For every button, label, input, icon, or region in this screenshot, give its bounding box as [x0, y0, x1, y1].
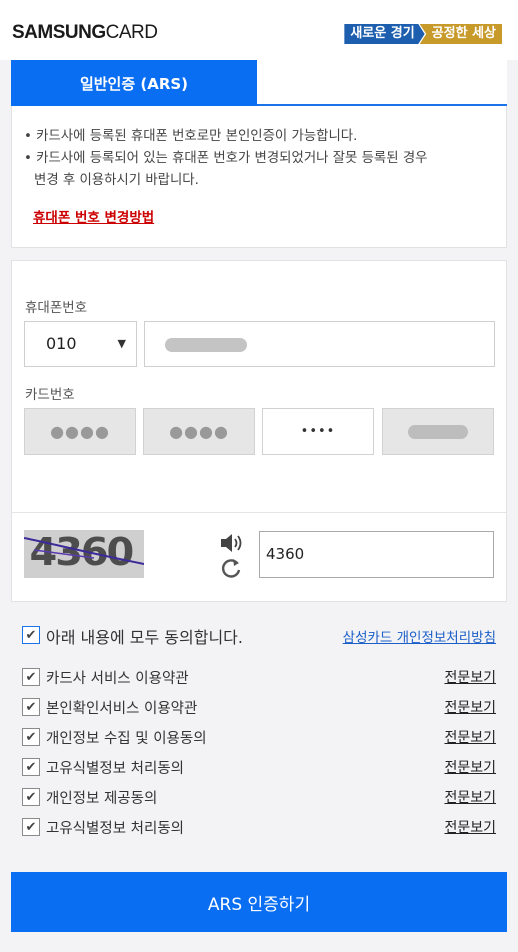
term-label: 카드사 서비스 이용약관 — [46, 671, 189, 687]
list-item: ✔ 본인확인서비스 이용약관 전문보기 — [22, 697, 496, 719]
view-full-link[interactable]: 전문보기 — [444, 697, 496, 717]
phone-number-input[interactable] — [144, 321, 495, 367]
phone-prefix-value: 010 — [46, 334, 77, 353]
captcha-image: 4360 — [24, 530, 144, 578]
masked-value — [408, 424, 468, 439]
list-item: ✔ 고유식별정보 처리동의 전문보기 — [22, 757, 496, 779]
phone-prefix-select[interactable]: 010 ▼ — [24, 321, 137, 367]
slogan-part1: 새로운 경기 — [344, 24, 425, 44]
term-label: 본인확인서비스 이용약관 — [46, 701, 198, 717]
refresh-icon[interactable] — [220, 557, 242, 583]
term-checkbox[interactable]: ✔ — [22, 668, 40, 686]
list-item: ✔ 카드사 서비스 이용약관 전문보기 — [22, 667, 496, 689]
card-number-segment-2[interactable]: ●●●● — [143, 408, 255, 455]
captcha-noise — [24, 537, 144, 565]
view-full-link[interactable]: 전문보기 — [444, 757, 496, 777]
notice-line: • 카드사에 등록된 휴대폰 번호로만 본인인증이 가능합니다. — [24, 129, 358, 144]
term-label: 개인정보 제공동의 — [46, 791, 158, 807]
view-full-link[interactable]: 전문보기 — [444, 667, 496, 687]
term-checkbox[interactable]: ✔ — [22, 818, 40, 836]
slogan-banner: 새로운 경기 공정한 세상 — [344, 24, 502, 44]
notice-line: • 카드사에 등록되어 있는 휴대폰 번호가 변경되었거나 잘못 등록된 경우 — [24, 151, 428, 166]
tab-ars-auth[interactable]: 일반인증 (ARS) — [11, 60, 257, 106]
view-full-link[interactable]: 전문보기 — [444, 727, 496, 747]
auth-form: 휴대폰번호 010 ▼ 카드번호 ●●●● ●●●● •••• 4360 436… — [11, 260, 507, 602]
list-item: ✔ 개인정보 제공동의 전문보기 — [22, 787, 496, 809]
view-full-link[interactable]: 전문보기 — [444, 787, 496, 807]
card-label: 카드번호 — [25, 387, 75, 403]
ars-auth-button[interactable]: ARS 인증하기 — [11, 872, 507, 932]
masked-value — [165, 338, 247, 352]
samsung-card-logo: SAMSUNGCARD — [12, 22, 158, 43]
term-checkbox[interactable]: ✔ — [22, 698, 40, 716]
agree-all-row: ✔ 아래 내용에 모두 동의합니다. 삼성카드 개인정보처리방침 — [22, 624, 496, 647]
term-label: 개인정보 수집 및 이용동의 — [46, 731, 207, 747]
speaker-icon[interactable] — [219, 532, 245, 558]
term-checkbox[interactable]: ✔ — [22, 758, 40, 776]
agree-all-checkbox[interactable]: ✔ — [22, 626, 40, 644]
notice-box: • 카드사에 등록된 휴대폰 번호로만 본인인증이 가능합니다. • 카드사에 … — [11, 106, 507, 248]
list-item: ✔ 개인정보 수집 및 이용동의 전문보기 — [22, 727, 496, 749]
card-number-segment-3[interactable]: •••• — [262, 408, 374, 455]
privacy-policy-link[interactable]: 삼성카드 개인정보처리방침 — [343, 626, 496, 646]
divider — [12, 512, 506, 513]
agree-all-label: 아래 내용에 모두 동의합니다. — [46, 628, 243, 647]
notice-line: 변경 후 이용하시기 바랍니다. — [34, 173, 199, 188]
card-number-segment-1[interactable]: ●●●● — [24, 408, 136, 455]
phone-change-link[interactable]: 휴대폰 번호 변경방법 — [33, 206, 154, 226]
phone-label: 휴대폰번호 — [25, 300, 88, 316]
captcha-input[interactable]: 4360 — [259, 531, 494, 578]
list-item: ✔ 고유식별정보 처리동의 전문보기 — [22, 817, 496, 839]
card-number-segment-4[interactable] — [382, 408, 494, 455]
slogan-part2: 공정한 세상 — [419, 24, 502, 44]
term-label: 고유식별정보 처리동의 — [46, 761, 185, 777]
term-checkbox[interactable]: ✔ — [22, 728, 40, 746]
view-full-link[interactable]: 전문보기 — [444, 817, 496, 837]
header: SAMSUNGCARD 새로운 경기 공정한 세상 — [0, 0, 518, 60]
term-checkbox[interactable]: ✔ — [22, 788, 40, 806]
chevron-down-icon: ▼ — [117, 337, 126, 350]
term-label: 고유식별정보 처리동의 — [46, 821, 185, 837]
auth-tabbar: 일반인증 (ARS) — [11, 60, 507, 106]
